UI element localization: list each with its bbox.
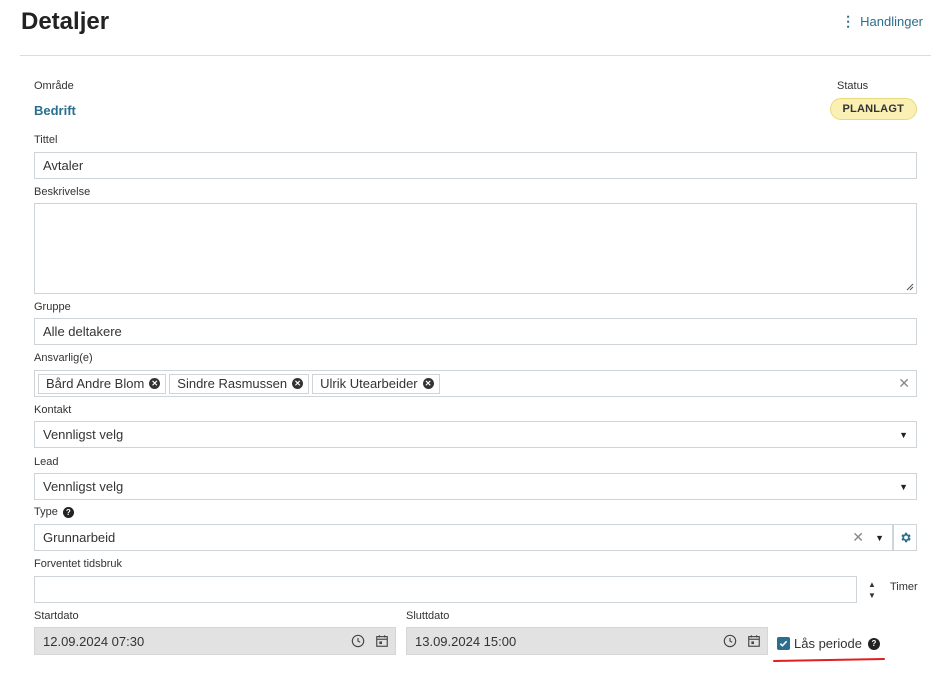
type-select[interactable]: Grunnarbeid ✕ ▼ [34,524,893,551]
chevron-down-icon: ▼ [899,481,908,492]
chevron-down-icon[interactable]: ▼ [875,533,884,543]
title-input-value: Avtaler [43,158,84,173]
remove-icon[interactable]: ✕ [292,378,304,389]
group-label: Gruppe [34,301,71,313]
remove-icon[interactable]: ✕ [422,378,434,389]
lock-period-toggle[interactable]: Lås periode ? [777,636,880,651]
chevron-down-icon: ▼ [899,429,908,440]
expected-time-unit: Timer [890,581,918,593]
responsible-chip: Ulrik Utearbeider ✕ [312,373,440,394]
end-date-input[interactable]: 13.09.2024 15:00 [406,627,768,655]
spinner-up-icon[interactable]: ▲ [868,580,876,589]
remove-icon[interactable]: ✕ [149,378,161,389]
chip-label: Sindre Rasmussen [177,376,288,391]
actions-menu-button[interactable]: ⋮ Handlinger [841,13,923,30]
lead-value: Vennligst velg [43,479,124,494]
title-input[interactable]: Avtaler [34,152,917,179]
header-divider [20,55,931,56]
responsible-chip: Sindre Rasmussen ✕ [169,373,310,394]
check-icon [779,640,788,647]
calendar-icon[interactable] [747,634,761,648]
chip-label: Ulrik Utearbeider [320,376,418,391]
actions-label: Handlinger [860,14,923,29]
clear-icon[interactable]: ✕ [898,375,910,392]
group-select[interactable]: Alle deltakere [34,318,917,345]
start-date-value: 12.09.2024 07:30 [43,633,145,649]
help-icon[interactable]: ? [867,637,880,650]
spinner-down-icon[interactable]: ▼ [868,591,876,600]
start-date-label: Startdato [34,610,79,622]
clock-icon[interactable] [351,634,365,648]
resize-handle-icon[interactable] [906,283,914,291]
type-label: Type [34,506,58,518]
lock-period-checkbox[interactable] [777,637,790,650]
responsible-label: Ansvarlig(e) [34,352,93,364]
gear-icon [900,532,911,543]
expected-time-input[interactable] [34,576,857,603]
calendar-icon[interactable] [375,634,389,648]
chip-label: Bård Andre Blom [46,376,145,391]
clear-icon[interactable]: ✕ [852,529,864,546]
lead-select[interactable]: Vennligst velg ▼ [34,473,917,500]
group-value: Alle deltakere [43,324,122,339]
responsible-chip: Bård Andre Blom ✕ [38,373,167,394]
lock-period-label: Lås periode [794,636,862,651]
annotation-underline [772,658,886,662]
title-label: Tittel [34,134,58,146]
lead-label: Lead [34,456,59,468]
contact-label: Kontakt [34,404,72,416]
page-title: Detaljer [21,8,110,35]
contact-value: Vennligst velg [43,427,124,442]
description-label: Beskrivelse [34,186,91,198]
area-value: Bedrift [34,103,76,118]
description-textarea[interactable] [34,203,917,294]
expected-time-spinner[interactable]: ▲ ▼ [864,577,880,603]
status-badge: PLANLAGT [829,98,917,120]
type-label-row: Type ? [34,506,74,518]
end-date-label: Sluttdato [406,610,450,622]
start-date-input[interactable]: 12.09.2024 07:30 [34,627,396,655]
kebab-icon: ⋮ [841,13,856,29]
end-date-value: 13.09.2024 15:00 [415,633,517,649]
expected-time-label: Forventet tidsbruk [34,558,123,570]
help-icon[interactable]: ? [62,506,74,518]
area-label: Område [34,80,74,92]
type-value: Grunnarbeid [43,530,116,545]
status-label: Status [837,80,869,92]
responsible-multiselect[interactable]: Bård Andre Blom ✕ Sindre Rasmussen ✕ Ulr… [34,370,917,397]
type-settings-button[interactable] [893,524,917,551]
contact-select[interactable]: Vennligst velg ▼ [34,421,917,448]
clock-icon[interactable] [723,634,737,648]
